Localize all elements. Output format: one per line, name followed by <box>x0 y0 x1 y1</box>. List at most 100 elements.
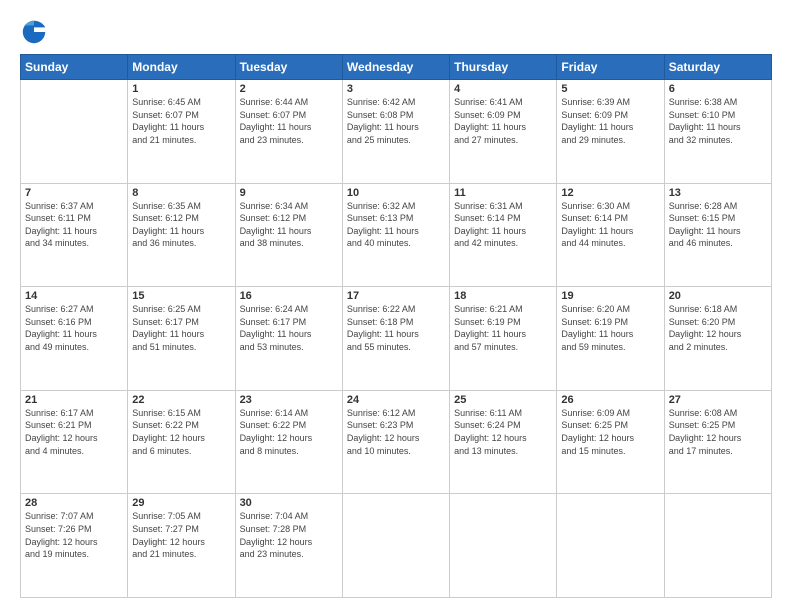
day-number: 30 <box>240 497 338 509</box>
day-info: Sunrise: 6:21 AMSunset: 6:19 PMDaylight:… <box>454 303 552 353</box>
calendar-cell: 19Sunrise: 6:20 AMSunset: 6:19 PMDayligh… <box>557 287 664 391</box>
day-info: Sunrise: 6:22 AMSunset: 6:18 PMDaylight:… <box>347 303 445 353</box>
day-info: Sunrise: 6:39 AMSunset: 6:09 PMDaylight:… <box>561 96 659 146</box>
day-info: Sunrise: 6:27 AMSunset: 6:16 PMDaylight:… <box>25 303 123 353</box>
day-number: 5 <box>561 83 659 95</box>
day-info: Sunrise: 6:18 AMSunset: 6:20 PMDaylight:… <box>669 303 767 353</box>
day-number: 1 <box>132 83 230 95</box>
day-number: 18 <box>454 290 552 302</box>
day-info: Sunrise: 6:38 AMSunset: 6:10 PMDaylight:… <box>669 96 767 146</box>
day-number: 6 <box>669 83 767 95</box>
day-number: 22 <box>132 394 230 406</box>
day-info: Sunrise: 6:24 AMSunset: 6:17 PMDaylight:… <box>240 303 338 353</box>
day-number: 12 <box>561 187 659 199</box>
day-number: 2 <box>240 83 338 95</box>
day-number: 29 <box>132 497 230 509</box>
calendar-header-thursday: Thursday <box>450 55 557 80</box>
calendar-cell <box>342 494 449 598</box>
day-info: Sunrise: 6:12 AMSunset: 6:23 PMDaylight:… <box>347 407 445 457</box>
calendar-cell: 28Sunrise: 7:07 AMSunset: 7:26 PMDayligh… <box>21 494 128 598</box>
day-info: Sunrise: 6:09 AMSunset: 6:25 PMDaylight:… <box>561 407 659 457</box>
calendar-cell: 15Sunrise: 6:25 AMSunset: 6:17 PMDayligh… <box>128 287 235 391</box>
day-number: 16 <box>240 290 338 302</box>
calendar-header-friday: Friday <box>557 55 664 80</box>
calendar-cell: 22Sunrise: 6:15 AMSunset: 6:22 PMDayligh… <box>128 390 235 494</box>
calendar-cell: 23Sunrise: 6:14 AMSunset: 6:22 PMDayligh… <box>235 390 342 494</box>
calendar-cell: 10Sunrise: 6:32 AMSunset: 6:13 PMDayligh… <box>342 183 449 287</box>
day-info: Sunrise: 6:08 AMSunset: 6:25 PMDaylight:… <box>669 407 767 457</box>
logo-icon <box>20 18 48 46</box>
day-info: Sunrise: 6:41 AMSunset: 6:09 PMDaylight:… <box>454 96 552 146</box>
day-info: Sunrise: 6:37 AMSunset: 6:11 PMDaylight:… <box>25 200 123 250</box>
calendar-cell: 21Sunrise: 6:17 AMSunset: 6:21 PMDayligh… <box>21 390 128 494</box>
calendar-cell: 3Sunrise: 6:42 AMSunset: 6:08 PMDaylight… <box>342 80 449 184</box>
calendar-cell: 1Sunrise: 6:45 AMSunset: 6:07 PMDaylight… <box>128 80 235 184</box>
day-number: 14 <box>25 290 123 302</box>
calendar-cell: 8Sunrise: 6:35 AMSunset: 6:12 PMDaylight… <box>128 183 235 287</box>
header <box>20 18 772 46</box>
day-number: 27 <box>669 394 767 406</box>
day-number: 15 <box>132 290 230 302</box>
calendar-header-tuesday: Tuesday <box>235 55 342 80</box>
calendar-header-wednesday: Wednesday <box>342 55 449 80</box>
calendar-cell: 29Sunrise: 7:05 AMSunset: 7:27 PMDayligh… <box>128 494 235 598</box>
day-info: Sunrise: 7:07 AMSunset: 7:26 PMDaylight:… <box>25 510 123 560</box>
day-info: Sunrise: 6:11 AMSunset: 6:24 PMDaylight:… <box>454 407 552 457</box>
calendar-cell: 26Sunrise: 6:09 AMSunset: 6:25 PMDayligh… <box>557 390 664 494</box>
calendar-cell: 17Sunrise: 6:22 AMSunset: 6:18 PMDayligh… <box>342 287 449 391</box>
calendar-week-2: 14Sunrise: 6:27 AMSunset: 6:16 PMDayligh… <box>21 287 772 391</box>
day-info: Sunrise: 6:34 AMSunset: 6:12 PMDaylight:… <box>240 200 338 250</box>
calendar-table: SundayMondayTuesdayWednesdayThursdayFrid… <box>20 54 772 598</box>
calendar-header-monday: Monday <box>128 55 235 80</box>
day-number: 10 <box>347 187 445 199</box>
day-number: 26 <box>561 394 659 406</box>
calendar-cell <box>557 494 664 598</box>
calendar-cell <box>21 80 128 184</box>
calendar-cell: 30Sunrise: 7:04 AMSunset: 7:28 PMDayligh… <box>235 494 342 598</box>
day-info: Sunrise: 6:25 AMSunset: 6:17 PMDaylight:… <box>132 303 230 353</box>
calendar-cell: 13Sunrise: 6:28 AMSunset: 6:15 PMDayligh… <box>664 183 771 287</box>
day-number: 24 <box>347 394 445 406</box>
calendar-header-saturday: Saturday <box>664 55 771 80</box>
calendar-week-4: 28Sunrise: 7:07 AMSunset: 7:26 PMDayligh… <box>21 494 772 598</box>
day-number: 9 <box>240 187 338 199</box>
day-number: 4 <box>454 83 552 95</box>
calendar-header-row: SundayMondayTuesdayWednesdayThursdayFrid… <box>21 55 772 80</box>
day-info: Sunrise: 6:14 AMSunset: 6:22 PMDaylight:… <box>240 407 338 457</box>
calendar-cell: 12Sunrise: 6:30 AMSunset: 6:14 PMDayligh… <box>557 183 664 287</box>
day-number: 11 <box>454 187 552 199</box>
day-info: Sunrise: 6:20 AMSunset: 6:19 PMDaylight:… <box>561 303 659 353</box>
day-number: 3 <box>347 83 445 95</box>
day-number: 8 <box>132 187 230 199</box>
day-number: 17 <box>347 290 445 302</box>
calendar-cell: 20Sunrise: 6:18 AMSunset: 6:20 PMDayligh… <box>664 287 771 391</box>
day-info: Sunrise: 6:44 AMSunset: 6:07 PMDaylight:… <box>240 96 338 146</box>
day-info: Sunrise: 6:42 AMSunset: 6:08 PMDaylight:… <box>347 96 445 146</box>
calendar-cell: 27Sunrise: 6:08 AMSunset: 6:25 PMDayligh… <box>664 390 771 494</box>
day-info: Sunrise: 6:15 AMSunset: 6:22 PMDaylight:… <box>132 407 230 457</box>
calendar-cell: 9Sunrise: 6:34 AMSunset: 6:12 PMDaylight… <box>235 183 342 287</box>
calendar-cell <box>664 494 771 598</box>
calendar-cell: 11Sunrise: 6:31 AMSunset: 6:14 PMDayligh… <box>450 183 557 287</box>
calendar-cell: 24Sunrise: 6:12 AMSunset: 6:23 PMDayligh… <box>342 390 449 494</box>
day-number: 23 <box>240 394 338 406</box>
calendar-cell: 18Sunrise: 6:21 AMSunset: 6:19 PMDayligh… <box>450 287 557 391</box>
day-number: 28 <box>25 497 123 509</box>
day-number: 19 <box>561 290 659 302</box>
calendar-cell: 4Sunrise: 6:41 AMSunset: 6:09 PMDaylight… <box>450 80 557 184</box>
calendar-cell: 14Sunrise: 6:27 AMSunset: 6:16 PMDayligh… <box>21 287 128 391</box>
day-number: 21 <box>25 394 123 406</box>
calendar-cell: 7Sunrise: 6:37 AMSunset: 6:11 PMDaylight… <box>21 183 128 287</box>
calendar-cell: 25Sunrise: 6:11 AMSunset: 6:24 PMDayligh… <box>450 390 557 494</box>
day-number: 7 <box>25 187 123 199</box>
calendar-cell: 2Sunrise: 6:44 AMSunset: 6:07 PMDaylight… <box>235 80 342 184</box>
day-number: 13 <box>669 187 767 199</box>
day-info: Sunrise: 6:30 AMSunset: 6:14 PMDaylight:… <box>561 200 659 250</box>
calendar-week-1: 7Sunrise: 6:37 AMSunset: 6:11 PMDaylight… <box>21 183 772 287</box>
day-info: Sunrise: 6:35 AMSunset: 6:12 PMDaylight:… <box>132 200 230 250</box>
day-info: Sunrise: 7:05 AMSunset: 7:27 PMDaylight:… <box>132 510 230 560</box>
logo <box>20 18 52 46</box>
calendar-cell <box>450 494 557 598</box>
day-number: 20 <box>669 290 767 302</box>
day-info: Sunrise: 7:04 AMSunset: 7:28 PMDaylight:… <box>240 510 338 560</box>
